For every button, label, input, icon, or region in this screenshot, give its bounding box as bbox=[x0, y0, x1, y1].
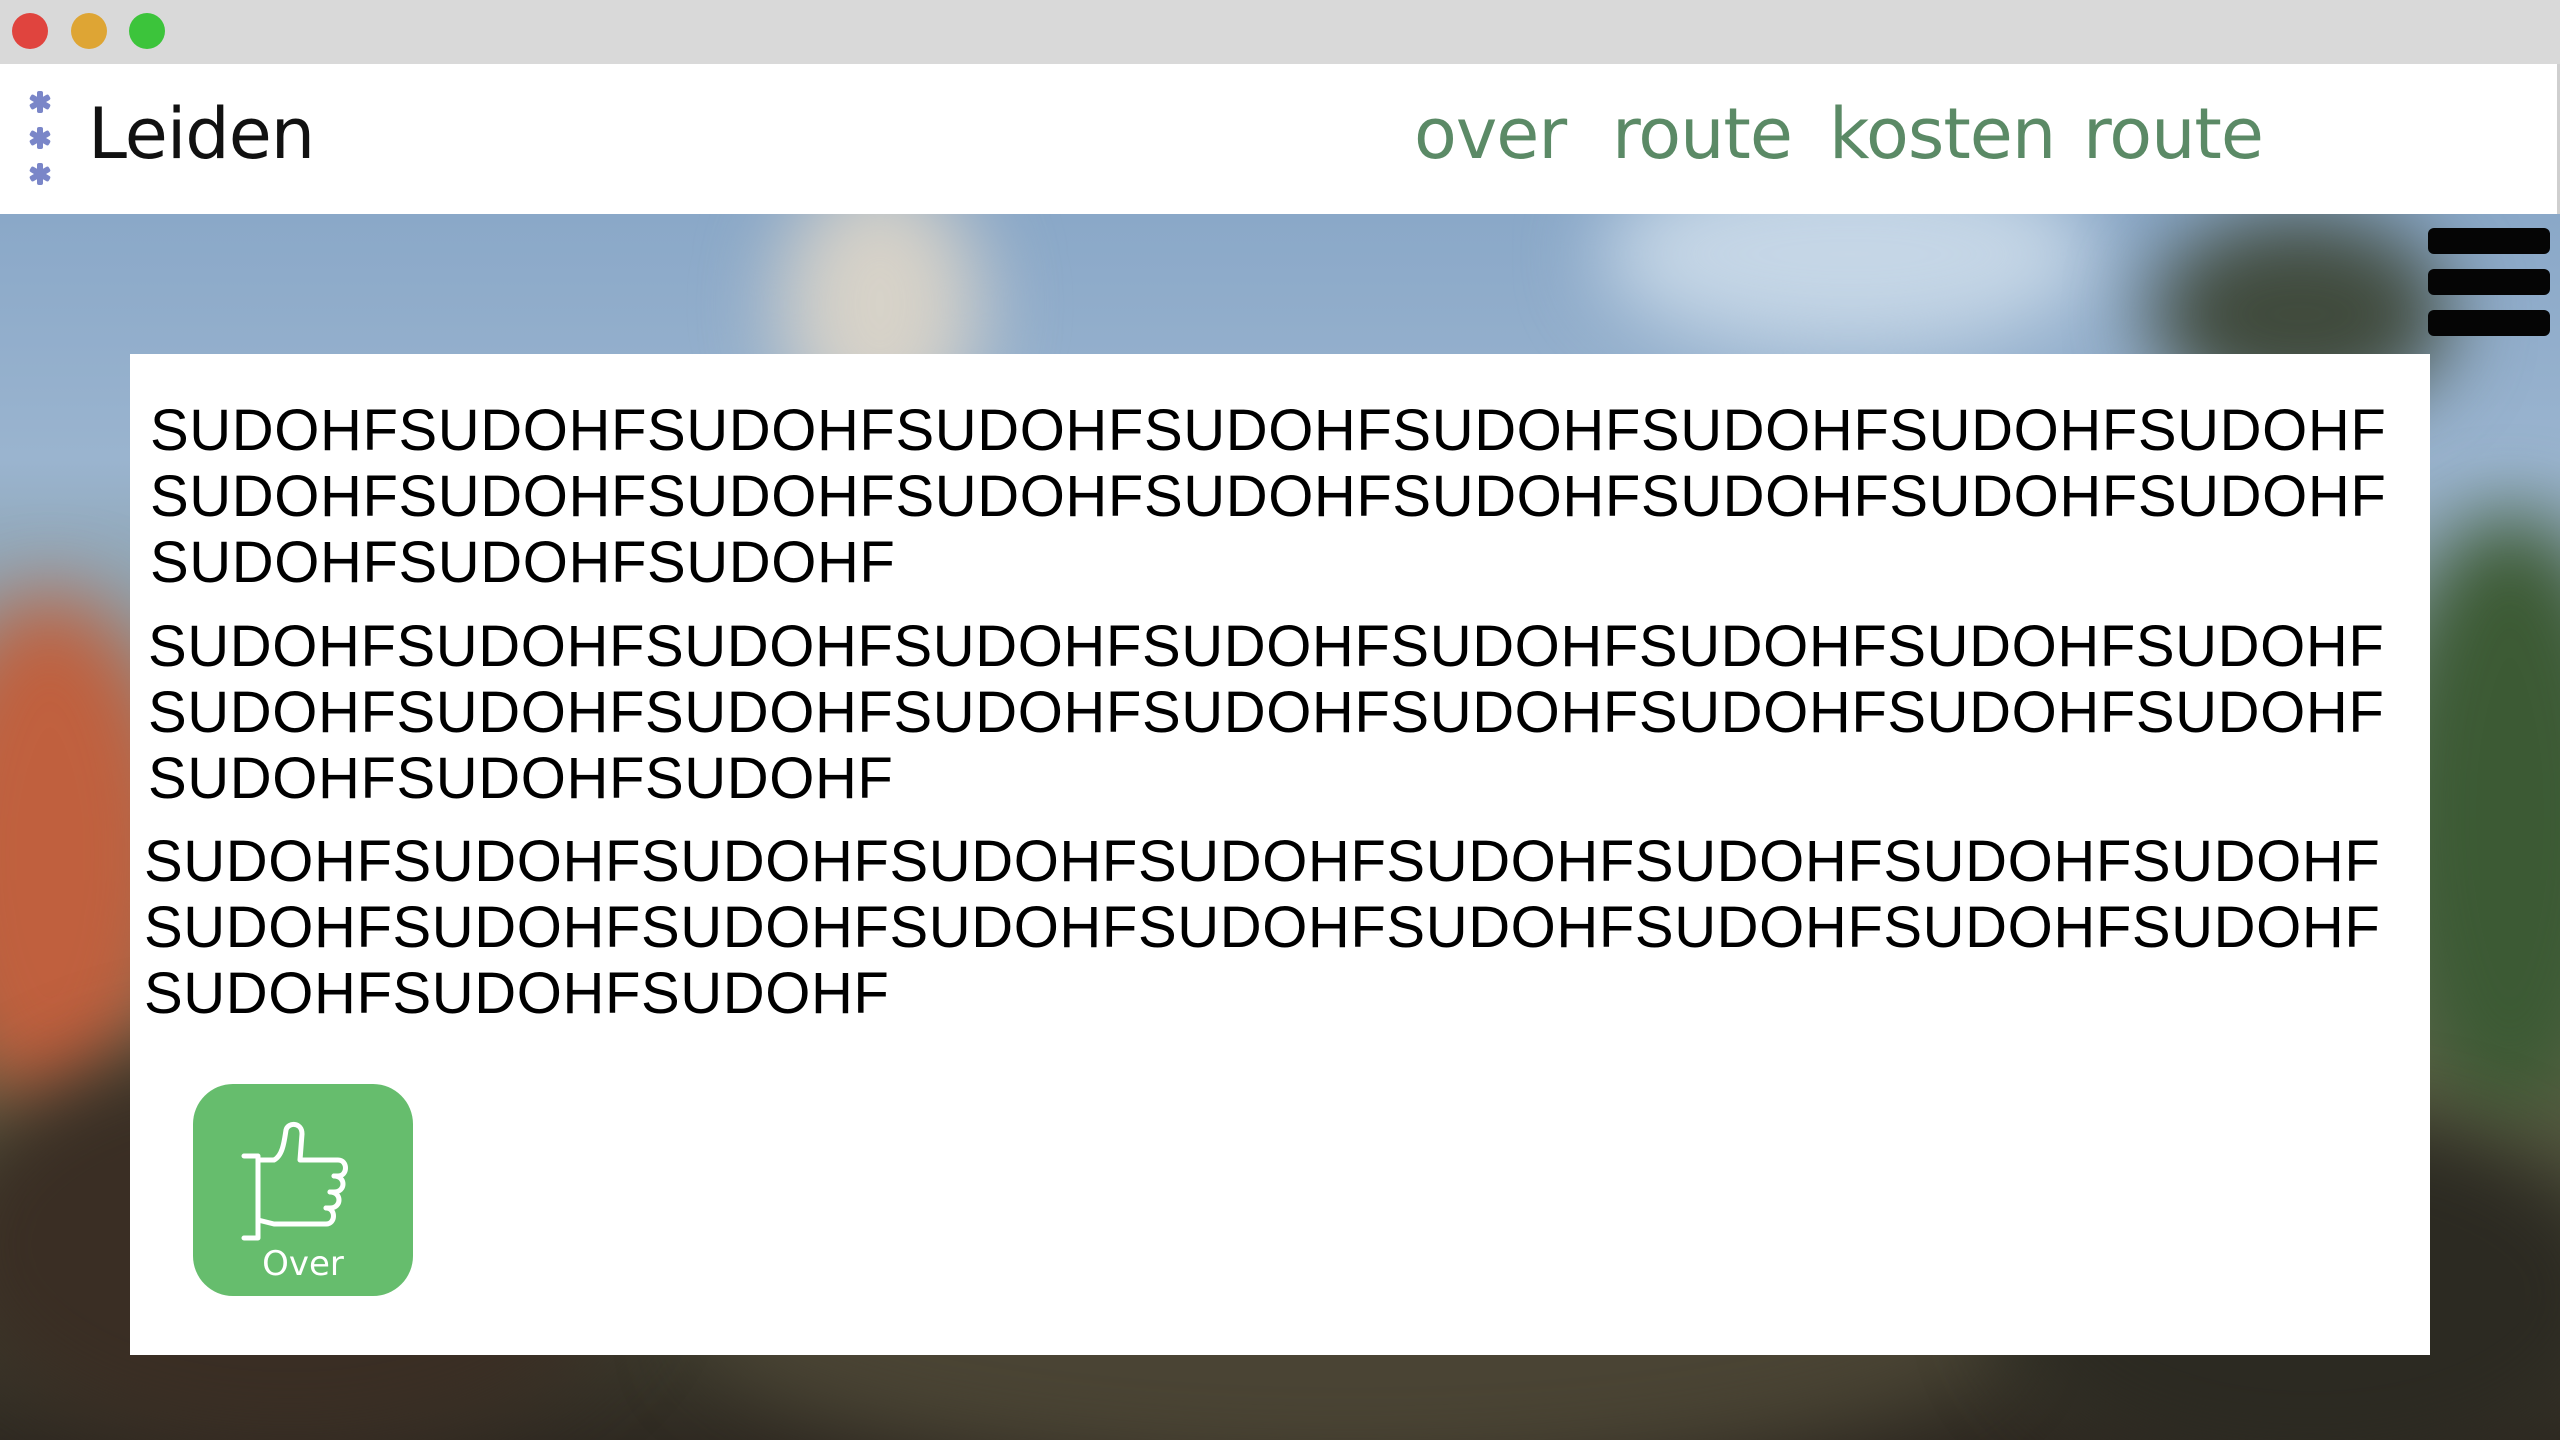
site-title: Leiden bbox=[88, 93, 315, 175]
content-paragraph: SUDOHFSUDOHFSUDOHFSUDOHFSUDOHFSUDOHFSUDO… bbox=[150, 398, 2387, 595]
nav-link-over[interactable]: over bbox=[1414, 94, 1567, 174]
hamburger-bar bbox=[2428, 310, 2550, 336]
over-button-label: Over bbox=[262, 1244, 344, 1284]
nav-link-route[interactable]: route bbox=[1612, 94, 1793, 174]
hamburger-menu-button[interactable] bbox=[2428, 228, 2550, 336]
content-card: SUDOHFSUDOHFSUDOHFSUDOHFSUDOHFSUDOHFSUDO… bbox=[130, 354, 2430, 1355]
asterisk-stack-icon bbox=[29, 91, 51, 185]
thumbs-up-icon bbox=[241, 1122, 348, 1241]
close-window-button[interactable] bbox=[12, 13, 48, 49]
nav-link-route-2[interactable]: route bbox=[2083, 94, 2264, 174]
hamburger-icon bbox=[2428, 228, 2550, 254]
maximize-window-button[interactable] bbox=[129, 13, 165, 49]
title-bar bbox=[0, 0, 2560, 64]
browser-window: Leiden over route kosten route SUDOHFSUD… bbox=[0, 0, 2560, 1440]
nav-link-kosten[interactable]: kosten bbox=[1829, 94, 2056, 174]
minimize-window-button[interactable] bbox=[71, 13, 107, 49]
hamburger-bar bbox=[2428, 269, 2550, 295]
content-paragraph: SUDOHFSUDOHFSUDOHFSUDOHFSUDOHFSUDOHFSUDO… bbox=[148, 614, 2385, 811]
content-paragraph: SUDOHFSUDOHFSUDOHFSUDOHFSUDOHFSUDOHFSUDO… bbox=[144, 829, 2381, 1026]
site-header: Leiden over route kosten route bbox=[0, 64, 2560, 214]
over-button[interactable]: Over bbox=[193, 1084, 413, 1296]
